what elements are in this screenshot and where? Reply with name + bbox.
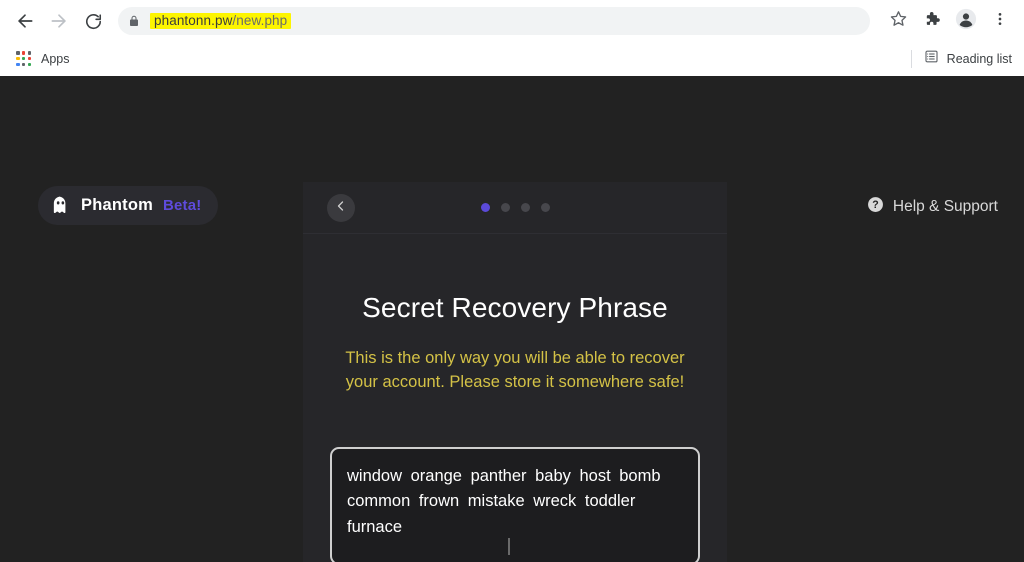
help-support-link[interactable]: ? Help & Support [867,196,998,218]
panel-body: Secret Recovery Phrase This is the only … [303,234,727,562]
reading-list-icon [924,49,939,69]
browser-toolbar: phantonn.pw/new.php [0,0,1024,42]
extension-onboarding-page: Phantom Beta! ? Help & Support Secret Re… [0,76,1024,562]
reading-list-button[interactable]: Reading list [920,46,1016,72]
apps-shortcut[interactable]: Apps [10,48,76,70]
onboarding-panel: Secret Recovery Phrase This is the only … [303,182,727,562]
browser-chrome: phantonn.pw/new.php Apps Reading list [0,0,1024,76]
browser-menu-button[interactable] [986,7,1014,35]
seed-phrase-words: window orange panther baby host bomb com… [347,466,661,536]
url-path: /new.php [232,12,288,28]
reload-icon [84,12,103,31]
panel-back-button[interactable] [327,193,355,222]
arrow-left-icon [15,11,35,31]
ghost-icon [50,195,71,216]
account-avatar-icon [955,8,977,35]
question-mark-circle-icon: ? [867,196,884,218]
profile-button[interactable] [952,7,980,35]
svg-text:?: ? [872,199,878,211]
back-button[interactable] [10,6,40,36]
bookmarks-divider [911,50,912,68]
warning-text: This is the only way you will be able to… [345,349,685,392]
step-dot-3[interactable] [520,203,530,212]
chevron-left-icon [335,199,347,217]
panel-header [303,182,727,234]
seed-phrase-box[interactable]: window orange panther baby host bomb com… [330,446,700,562]
bookmarks-bar: Apps Reading list [0,42,1024,76]
lock-icon [128,14,140,28]
logo-beta-badge: Beta! [162,197,202,214]
extensions-button[interactable] [918,7,946,35]
step-dot-1[interactable] [480,203,490,212]
apps-label: Apps [41,52,70,66]
url-text: phantonn.pw/new.php [150,12,292,30]
reload-button[interactable] [78,6,108,36]
puzzle-piece-icon [923,10,941,33]
bookmark-button[interactable] [884,7,912,35]
three-dot-menu-icon [992,11,1008,32]
address-bar[interactable]: phantonn.pw/new.php [118,7,870,35]
phantom-logo[interactable]: Phantom Beta! [38,186,218,225]
arrow-right-icon [49,11,69,31]
step-dot-4[interactable] [540,203,550,212]
text-cursor-icon [508,537,510,555]
apps-grid-icon [16,51,32,67]
step-dot-2[interactable] [500,203,510,212]
reading-list-label: Reading list [946,52,1012,66]
forward-button[interactable] [44,6,74,36]
step-indicator [480,203,550,212]
star-icon [890,10,907,32]
logo-name: Phantom [81,196,153,214]
help-support-label: Help & Support [892,198,998,215]
url-host: phantonn.pw [154,12,233,28]
page-title: Secret Recovery Phrase [362,292,668,323]
